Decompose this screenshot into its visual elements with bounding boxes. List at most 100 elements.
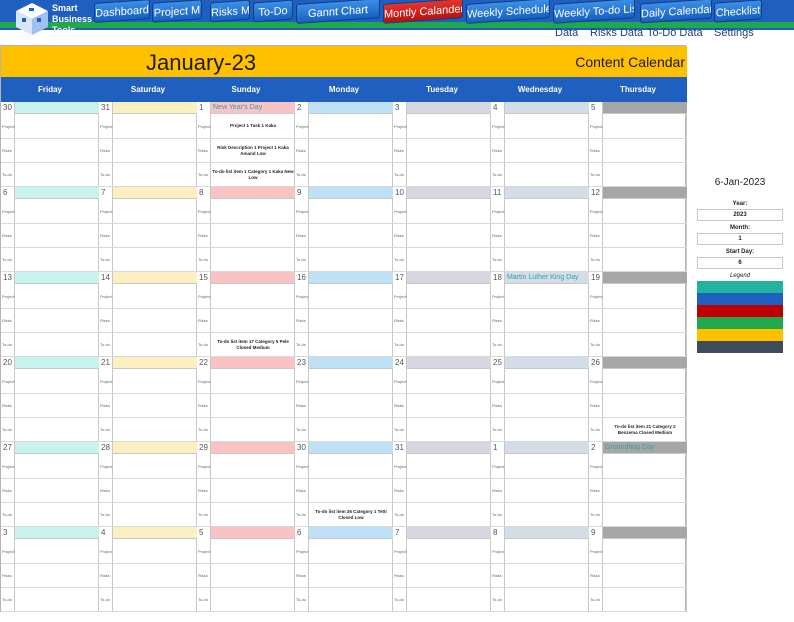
entry-text [114, 333, 196, 356]
day-cell[interactable]: 30 Project Risks To-do [1, 102, 99, 187]
entry-text [16, 503, 98, 526]
day-cell[interactable]: 18 Martin Luther King Day Project Risks To-d… [491, 272, 589, 357]
entry-row-todo: To-do [295, 248, 393, 272]
start-day-input[interactable]: 6 [697, 257, 783, 269]
entry-row-label: Risks [99, 224, 113, 247]
date-bar: 23 [295, 357, 393, 369]
entry-row-label: To-do [393, 503, 407, 526]
entry-row-label: To-do [1, 163, 15, 186]
date-number: 17 [393, 272, 407, 284]
entry-row-label: Project [99, 454, 113, 478]
entry-text [212, 284, 294, 308]
day-cell[interactable]: 6 Project Risks To-do [295, 527, 393, 612]
day-cell[interactable]: 29 Project Risks To-do [197, 442, 295, 527]
entry-row-label: Risks [1, 139, 15, 162]
day-cell[interactable]: 14 Project Risks To-do [99, 272, 197, 357]
entry-text [506, 163, 588, 186]
day-cell[interactable]: 10 Project Risks To-do [393, 187, 491, 272]
day-cell[interactable]: 25 Project Risks To-do [491, 357, 589, 442]
day-cell[interactable]: 26 Project Risks To-do To-do list item 21 Ca… [589, 357, 687, 442]
entry-row-todo: To-do [197, 588, 295, 612]
monthly-calendar: January-23 Content Calendar Friday Saturd… [0, 45, 687, 612]
nav-tab-risks-m[interactable]: Risks M. [210, 0, 250, 23]
day-cell[interactable]: 24 Project Risks To-do [393, 357, 491, 442]
entry-row-project: Project [295, 369, 393, 394]
entry-text [506, 418, 588, 441]
day-cell[interactable]: 8 Project Risks To-do [197, 187, 295, 272]
day-cell[interactable]: 28 Project Risks To-do [99, 442, 197, 527]
day-cell[interactable]: 4 Project Risks To-do [491, 102, 589, 187]
day-cell[interactable]: 7 Project Risks To-do [393, 527, 491, 612]
nav-link-settings[interactable]: Settings [714, 27, 754, 39]
nav-link-risks-data[interactable]: Risks Data [590, 27, 643, 39]
nav-tab-dashboard[interactable]: Dashboard [94, 0, 150, 23]
day-cell[interactable]: 16 Project Risks To-do [295, 272, 393, 357]
day-cell[interactable]: 3 Project Risks To-do [393, 102, 491, 187]
calendar-settings-panel: 6-Jan-2023 Year: 2023 Month: 1 Start Day… [697, 176, 783, 353]
day-cell[interactable]: 30 Project Risks To-do To-do list item 26 Ca… [295, 442, 393, 527]
nav-link-to-do-data[interactable]: To-Do Data [647, 27, 703, 39]
entry-text [408, 539, 490, 563]
date-bar: 30 [1, 102, 99, 114]
entry-row-risks: Risks [197, 564, 295, 588]
day-cell[interactable]: 2 Groundhog Day Project Risks To-do [589, 442, 687, 527]
day-cell[interactable]: 7 Project Risks To-do [99, 187, 197, 272]
entry-row-label: Project [491, 454, 505, 478]
day-cell[interactable]: 11 Project Risks To-do [491, 187, 589, 272]
nav-tab-checklist[interactable]: Checklist [714, 0, 762, 23]
day-cell[interactable]: 8 Project Risks To-do [491, 527, 589, 612]
entry-text [604, 139, 686, 162]
entry-row-label: Risks [491, 139, 505, 162]
day-cell[interactable]: 1 New Year's Day Project Project 1 Task 1 K… [197, 102, 295, 187]
day-cell[interactable]: 21 Project Risks To-do [99, 357, 197, 442]
date-number: 28 [99, 442, 113, 454]
entry-text [16, 588, 98, 611]
date-number: 2 [295, 102, 309, 114]
entry-row-label: To-do [1, 588, 15, 611]
day-cell[interactable]: 22 Project Risks To-do [197, 357, 295, 442]
day-cell[interactable]: 20 Project Risks To-do [1, 357, 99, 442]
day-cell[interactable]: 27 Project Risks To-do [1, 442, 99, 527]
day-cell[interactable]: 31 Project Risks To-do [393, 442, 491, 527]
year-input[interactable]: 2023 [697, 209, 783, 221]
day-cell[interactable]: 19 Project Risks To-do [589, 272, 687, 357]
entry-row-label: To-do [589, 163, 603, 186]
nav-tab-project-m[interactable]: Project M [152, 0, 202, 23]
day-cell[interactable]: 17 Project Risks To-do [393, 272, 491, 357]
day-cell[interactable]: 2 Project Risks To-do [295, 102, 393, 187]
entry-row-risks: Risks [99, 309, 197, 333]
date-bar: 4 [491, 102, 589, 114]
day-cell[interactable]: 3 Project Risks To-do [1, 527, 99, 612]
day-cell[interactable]: 4 Project Risks To-do [99, 527, 197, 612]
date-number: 1 [491, 442, 505, 454]
entry-text [506, 539, 588, 563]
day-cell[interactable]: 12 Project Risks To-do [589, 187, 687, 272]
entry-row-project: Project [99, 114, 197, 139]
day-cell[interactable]: 15 Project Risks To-do To-do list item 17 Ca… [197, 272, 295, 357]
day-cell[interactable]: 9 Project Risks To-do [589, 527, 687, 612]
entry-row-label: Risks [99, 394, 113, 417]
date-bar: 1 New Year's Day [197, 102, 295, 114]
entry-row-label: Project [197, 284, 211, 308]
month-input[interactable]: 1 [697, 233, 783, 245]
entry-row-project: Project [99, 199, 197, 224]
entry-row-label: Project [491, 539, 505, 563]
entry-row-label: Risks [1, 394, 15, 417]
day-cell[interactable]: 23 Project Risks To-do [295, 357, 393, 442]
entry-text [604, 479, 686, 502]
entry-row-todo: To-do [99, 333, 197, 357]
entry-text [408, 163, 490, 186]
entry-row-label: Project [393, 539, 407, 563]
day-cell[interactable]: 13 Project Risks To-do [1, 272, 99, 357]
day-cell[interactable]: 6 Project Risks To-do [1, 187, 99, 272]
date-number: 23 [295, 357, 309, 369]
entry-text [408, 284, 490, 308]
day-cell[interactable]: 5 Project Risks To-do [589, 102, 687, 187]
date-number: 30 [1, 102, 15, 114]
nav-tab-to-do[interactable]: To-Do [253, 0, 293, 23]
nav-link-data[interactable]: Data [555, 27, 578, 39]
day-cell[interactable]: 1 Project Risks To-do [491, 442, 589, 527]
day-cell[interactable]: 31 Project Risks To-do [99, 102, 197, 187]
day-cell[interactable]: 5 Project Risks To-do [197, 527, 295, 612]
day-cell[interactable]: 9 Project Risks To-do [295, 187, 393, 272]
